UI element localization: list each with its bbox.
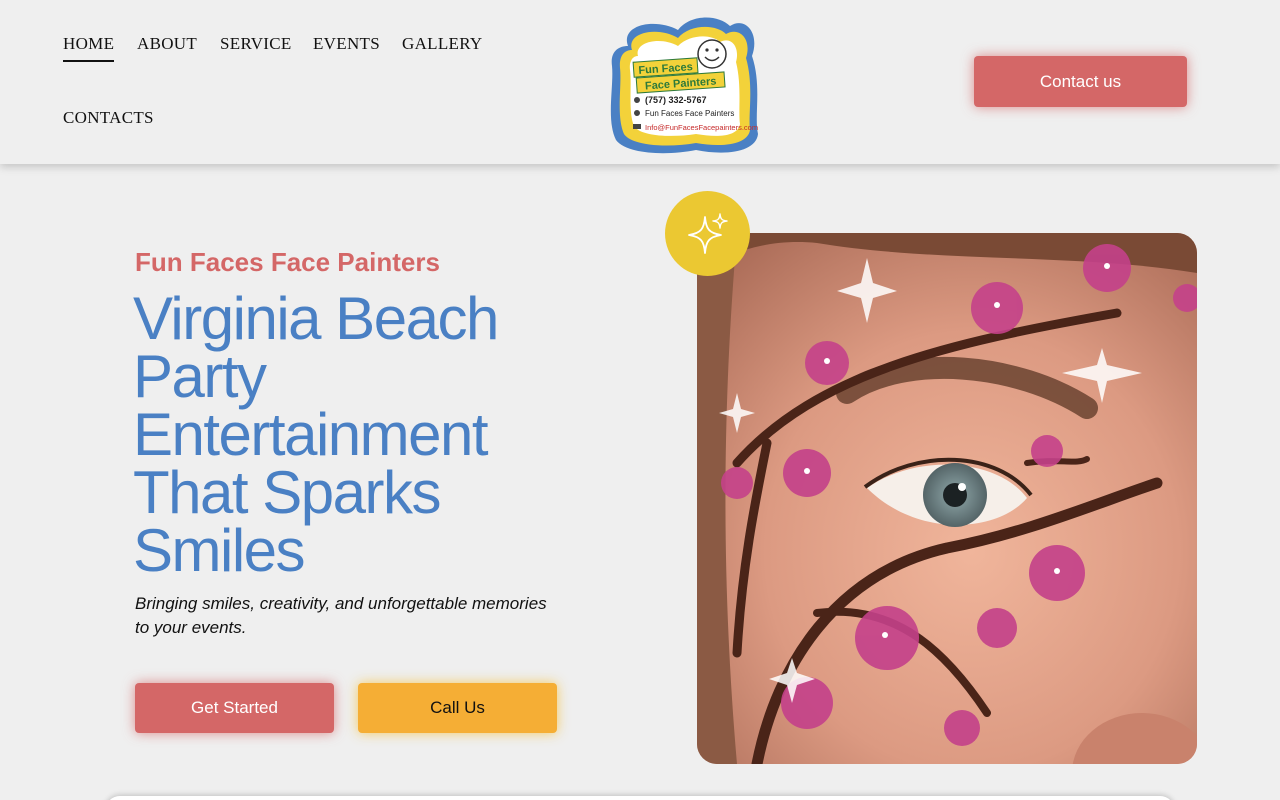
svg-text:(757) 332-5767: (757) 332-5767 <box>645 95 707 105</box>
svg-text:Fun Faces Face Painters: Fun Faces Face Painters <box>645 109 734 118</box>
nav-gallery[interactable]: GALLERY <box>402 34 482 54</box>
face-paint-cherry-blossom-photo <box>697 233 1197 764</box>
hero-eyebrow: Fun Faces Face Painters <box>135 247 440 277</box>
site-header: HOME ABOUT SERVICE EVENTS GALLERY CONTAC… <box>0 0 1280 164</box>
get-started-button[interactable]: Get Started <box>135 683 334 733</box>
nav-service[interactable]: SERVICE <box>220 34 292 54</box>
smiley-face-icon <box>697 39 727 69</box>
nav-events[interactable]: EVENTS <box>313 34 380 54</box>
nav-home[interactable]: HOME <box>63 34 115 62</box>
nav-about[interactable]: ABOUT <box>137 34 197 54</box>
contact-us-button[interactable]: Contact us <box>974 56 1187 107</box>
hero-headline: Virginia Beach Party Entertainment That … <box>133 285 499 584</box>
nav-contacts[interactable]: CONTACTS <box>63 108 154 128</box>
call-us-button[interactable]: Call Us <box>358 683 557 733</box>
site-logo[interactable]: Fun Faces Face Painters (757) 332-5767 F… <box>606 16 764 156</box>
hero-tagline: Bringing smiles, creativity, and unforge… <box>135 594 547 637</box>
sparkle-icon <box>687 212 728 254</box>
sparkle-badge <box>665 191 750 276</box>
next-section-card <box>105 796 1175 800</box>
svg-text:Info@FunFacesFacepainters.com: Info@FunFacesFacepainters.com <box>645 123 758 132</box>
